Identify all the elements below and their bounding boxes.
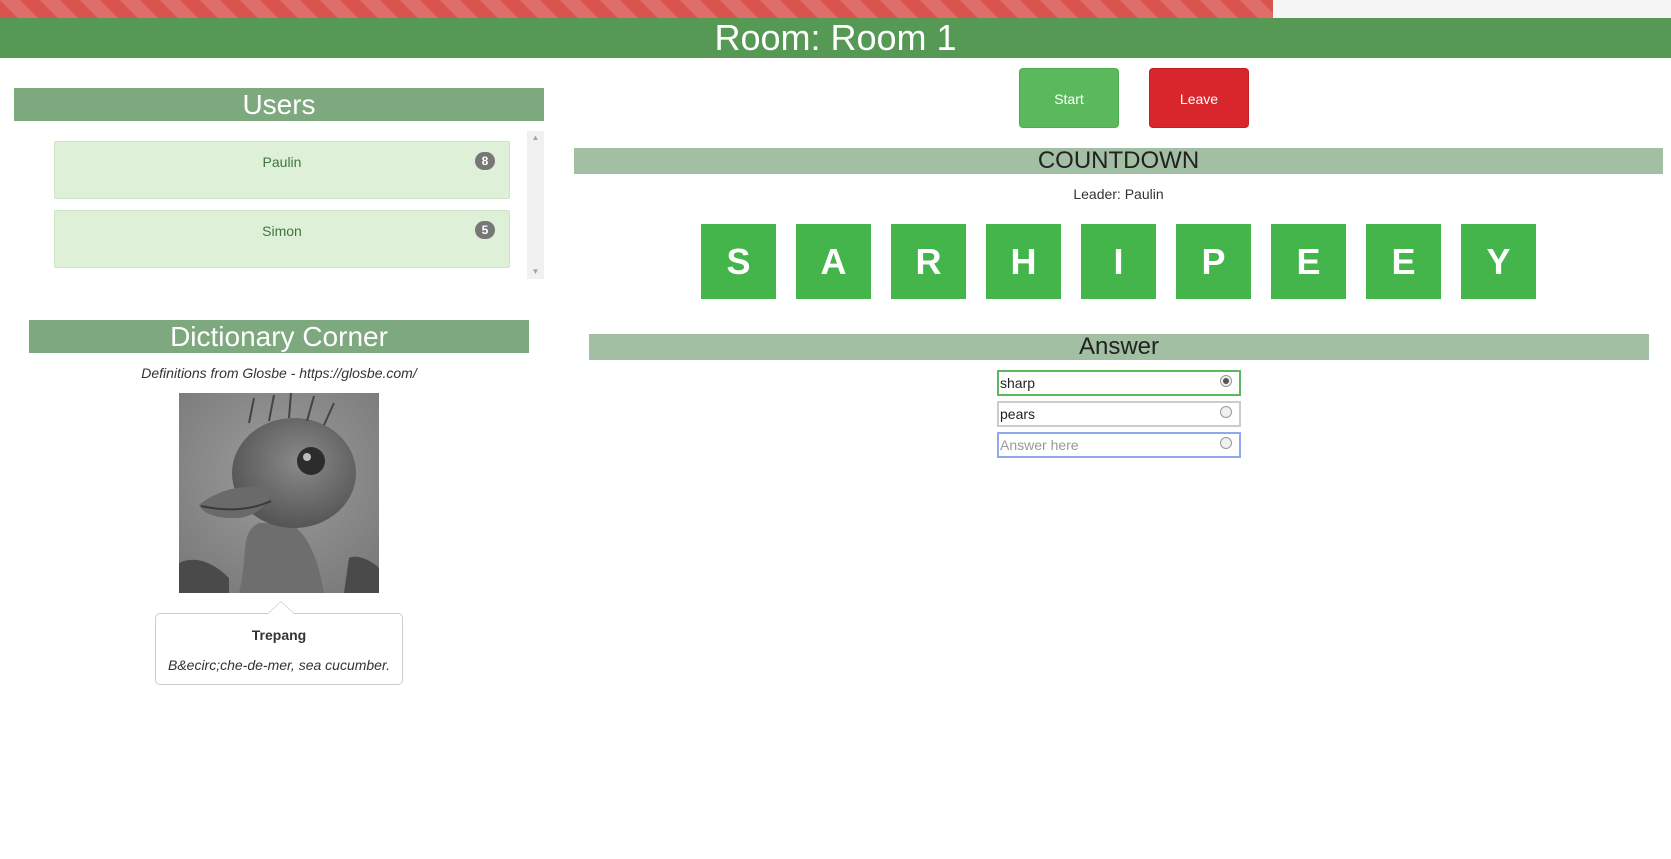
dictionary-heading: Dictionary Corner xyxy=(29,320,529,353)
letter-tile: E xyxy=(1271,224,1346,299)
user-name: Paulin xyxy=(262,154,302,170)
answer-select-radio[interactable] xyxy=(1220,375,1232,387)
letter-tiles: S A R H I P E E Y xyxy=(0,224,1671,299)
room-title: Room: Room 1 xyxy=(0,18,1671,58)
start-button[interactable]: Start xyxy=(1019,68,1119,128)
letter-tile: H xyxy=(986,224,1061,299)
letter-tile: E xyxy=(1366,224,1441,299)
user-item-paulin: Paulin 8 xyxy=(54,141,510,199)
letter-tile: P xyxy=(1176,224,1251,299)
answer-entry-pears[interactable]: pears xyxy=(997,401,1241,427)
answer-input[interactable] xyxy=(1000,437,1200,453)
game-mode-heading: COUNTDOWN xyxy=(574,148,1663,174)
dictionary-source: Definitions from Glosbe - https://glosbe… xyxy=(141,365,417,381)
scroll-up-arrow-icon[interactable]: ▲ xyxy=(527,131,544,145)
answer-entry-sharp[interactable]: sharp xyxy=(997,370,1241,396)
letter-tile: R xyxy=(891,224,966,299)
leader-text: Leader: Paulin xyxy=(1073,186,1164,202)
answer-heading: Answer xyxy=(589,334,1649,360)
timer-progress-fill xyxy=(0,0,1274,18)
answer-entry-text: sharp xyxy=(1000,375,1036,391)
ostrich-photo-icon xyxy=(179,393,379,593)
answer-select-radio[interactable] xyxy=(1220,406,1232,418)
popover-arrow-icon xyxy=(267,601,295,614)
letter-tile: S xyxy=(701,224,776,299)
timer-progress-bar xyxy=(0,0,1671,18)
users-heading: Users xyxy=(14,88,544,121)
user-score-badge: 8 xyxy=(475,152,495,170)
answer-entry-text: pears xyxy=(1000,406,1036,422)
definition-text: B&ecirc;che-de-mer, sea cucumber. xyxy=(167,657,390,673)
letter-tile: A xyxy=(796,224,871,299)
definition-popover: Trepang B&ecirc;che-de-mer, sea cucumber… xyxy=(155,601,403,685)
letter-tile: Y xyxy=(1461,224,1536,299)
answer-input-row[interactable] xyxy=(997,432,1241,458)
letter-tile: I xyxy=(1081,224,1156,299)
definition-word: Trepang xyxy=(251,627,307,643)
answer-select-radio[interactable] xyxy=(1220,437,1232,449)
ostrich-image xyxy=(179,393,379,593)
leave-button[interactable]: Leave xyxy=(1149,68,1249,128)
